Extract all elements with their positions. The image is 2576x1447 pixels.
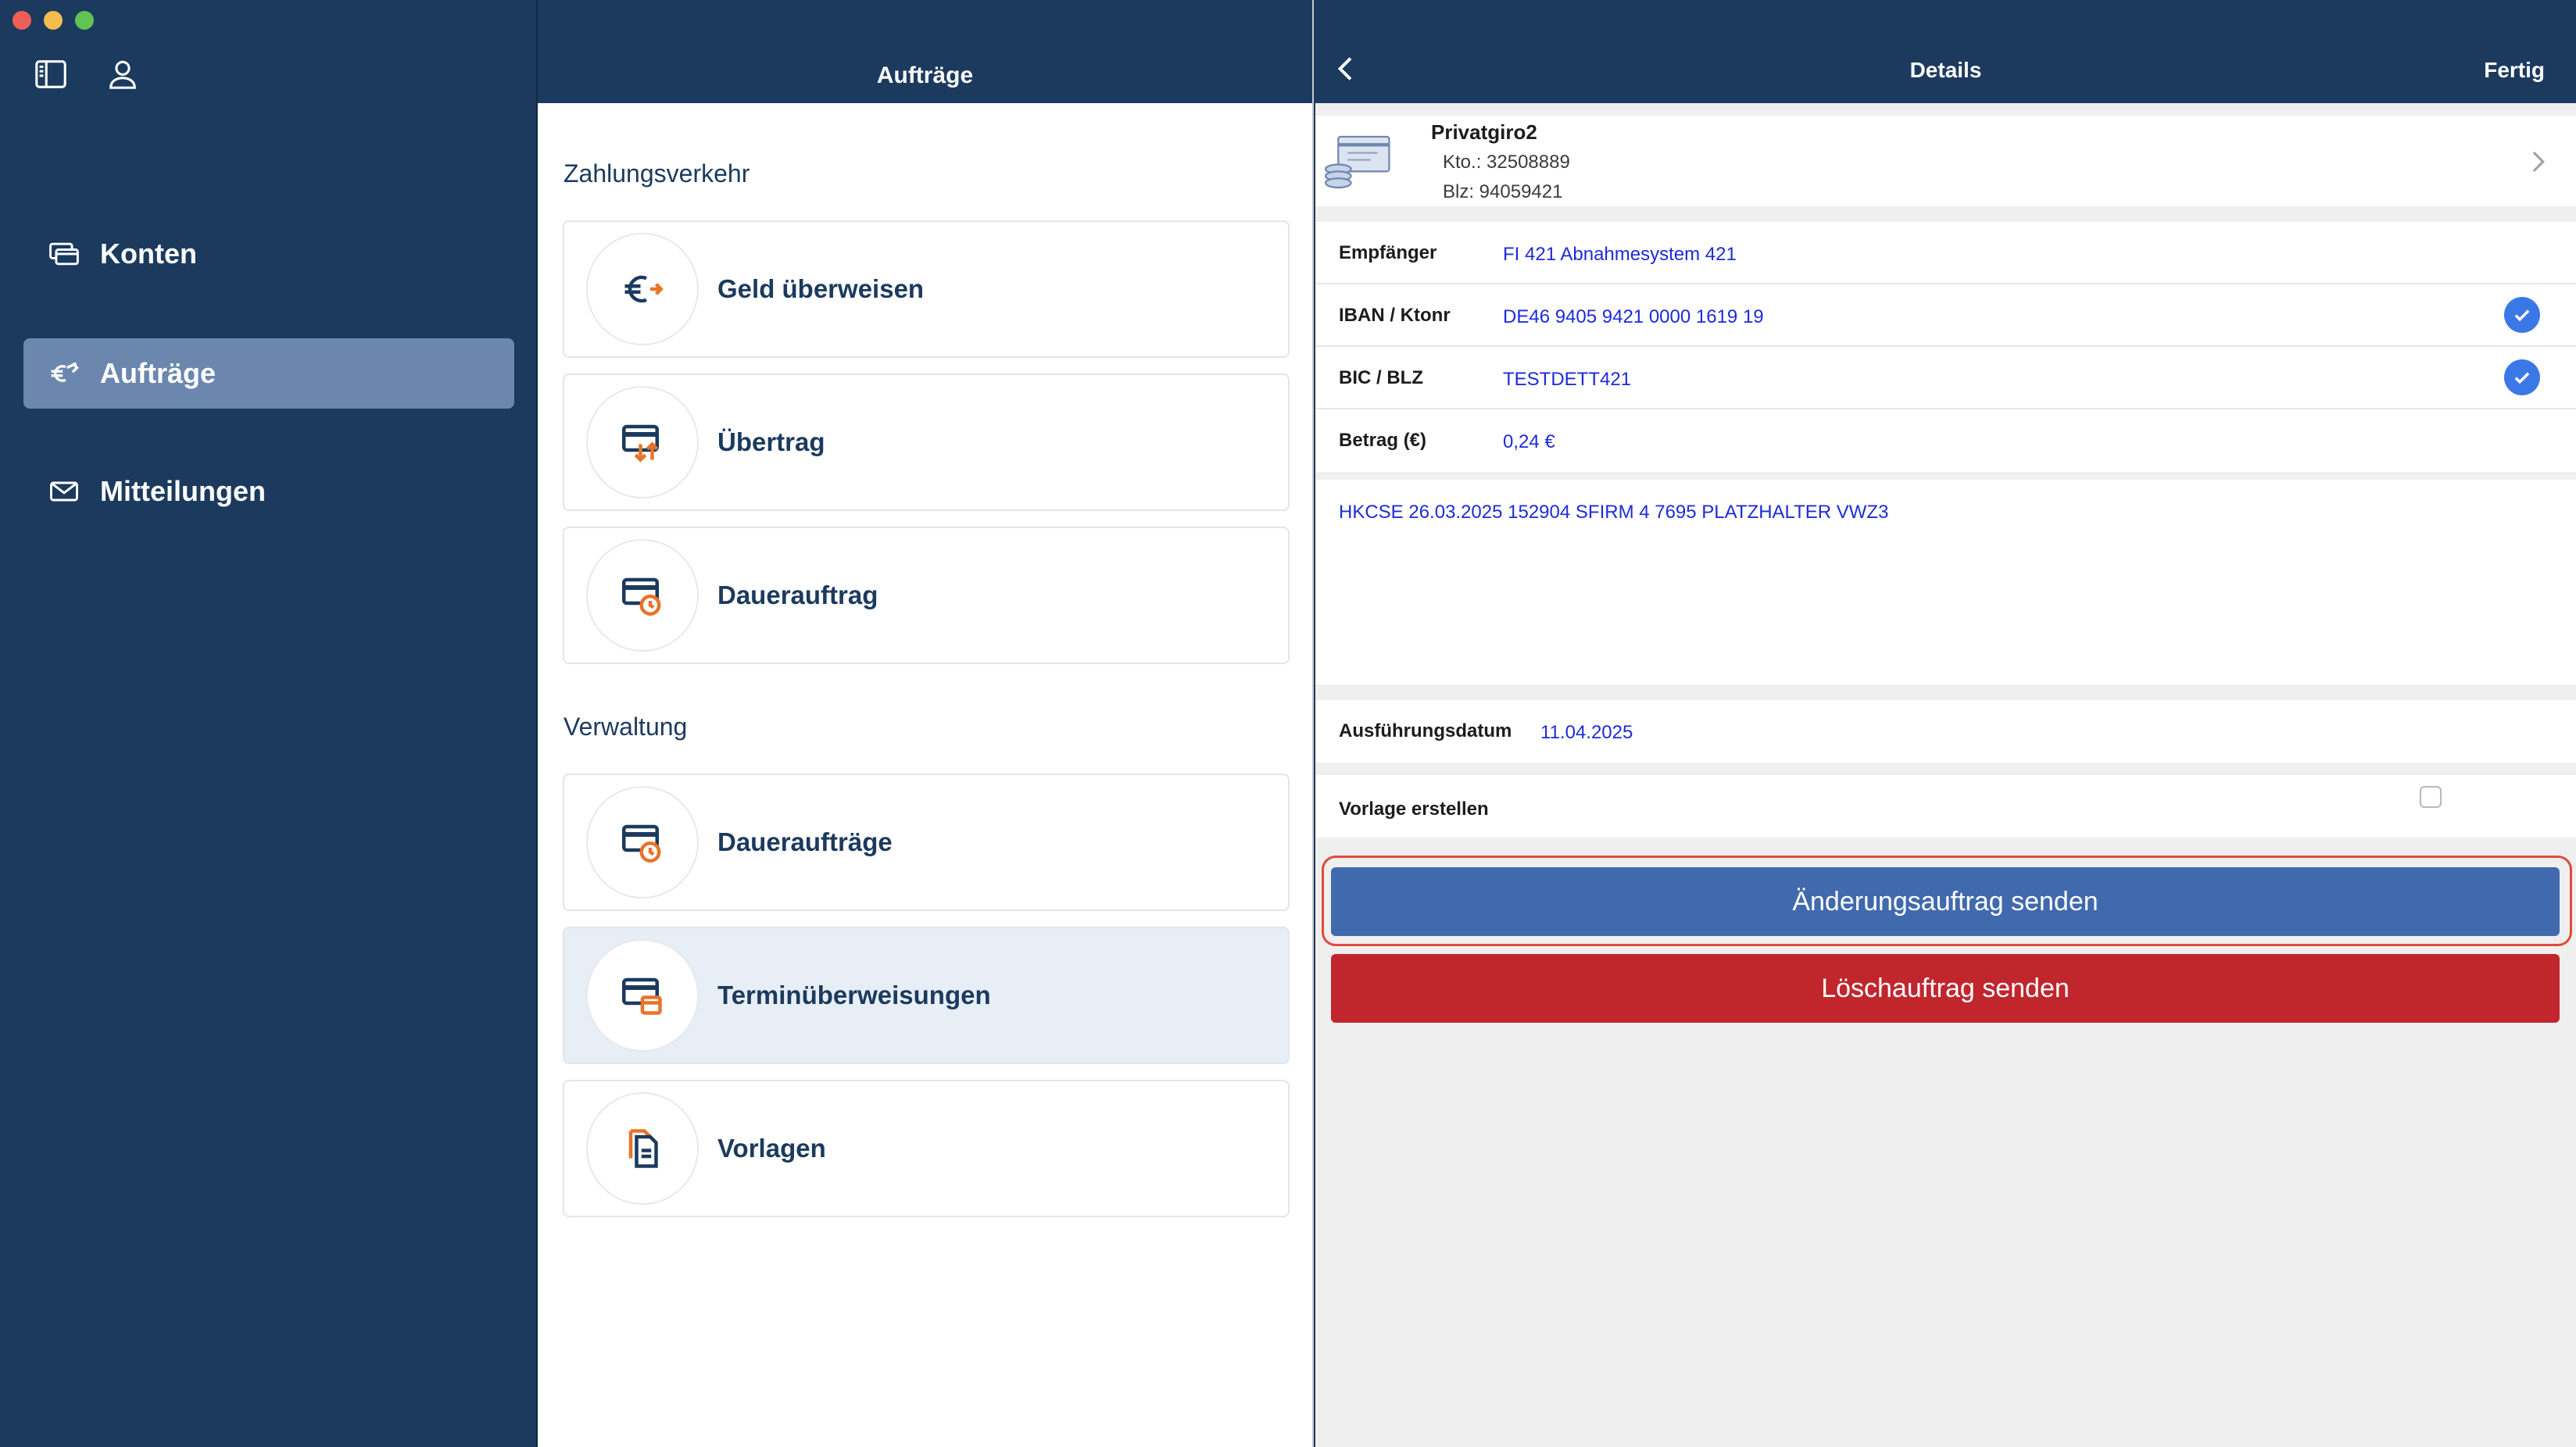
card-clock-icon [622,824,661,863]
recipient-label: Empfänger [1339,242,1437,263]
accounts-icon [49,242,79,266]
sidebar-item-label: Mitteilungen [100,475,266,507]
bic-value[interactable]: TESTDETT421 [1503,369,1631,391]
user-profile-icon[interactable] [105,56,141,92]
account-name: Privatgiro2 [1431,120,1537,144]
sidebar-item-label: Aufträge [100,357,216,389]
checkmark-icon [2504,297,2540,333]
sidebar-toolbar [33,56,141,92]
euro-transfer-icon [624,275,664,303]
card-icon-circle [586,939,699,1052]
create-template-checkbox[interactable] [2420,786,2442,808]
card-label: Daueraufträge [717,827,893,856]
create-template-row: Vorlage erstellen [1315,775,2576,838]
send-change-order-button[interactable]: Änderungsauftrag senden [1331,867,2560,936]
details-panel: Details Fertig Privatgiro2 Kto.: 3250888… [1315,0,2576,1447]
bank-account-icon [1324,135,1390,189]
details-title: Details [1909,58,1982,82]
details-header: Details Fertig [1315,0,2576,103]
card-uebertrag[interactable]: Übertrag [563,373,1290,511]
card-transfer-icon [622,424,659,463]
card-dauerauftrag[interactable]: Dauerauftrag [563,527,1290,664]
section-title-admin: Verwaltung [564,713,688,741]
orders-panel: Aufträge Zahlungsverkehr Geld überweisen… [538,0,1314,1447]
create-template-label: Vorlage erstellen [1339,799,1489,820]
card-geld-ueberweisen[interactable]: Geld überweisen [563,220,1290,358]
card-icon-circle [586,1092,699,1205]
card-label: Geld überweisen [717,274,925,303]
sidebar-item-mitteilungen[interactable]: Mitteilungen [23,456,514,527]
done-button[interactable]: Fertig [2484,58,2545,83]
orders-header: Aufträge [538,0,1312,103]
chevron-right-icon [2532,152,2545,172]
sidebar-item-konten[interactable]: Konten [23,219,514,289]
execution-date-label: Ausführungsdatum [1339,720,1512,741]
checkmark-icon [2504,359,2540,395]
window-minimize-button[interactable] [44,11,63,30]
account-number: Kto.: 32508889 [1443,152,1570,173]
card-clock-icon [622,577,661,616]
sidebar-toggle-icon[interactable] [33,56,69,92]
window-zoom-button[interactable] [75,11,94,30]
card-icon-circle [586,786,699,899]
sidebar: Konten Aufträge Mitteilungen [0,0,538,1447]
amount-value[interactable]: 0,24 € [1503,431,1555,453]
iban-value[interactable]: DE46 9405 9421 0000 1619 19 [1503,306,1764,328]
window-controls [13,11,94,30]
document-icon [628,1129,658,1168]
card-vorlagen[interactable]: Vorlagen [563,1080,1290,1217]
execution-date-row[interactable]: Ausführungsdatum 11.04.2025 [1315,700,2576,763]
card-icon-circle [586,539,699,652]
transfer-euro-icon [51,362,79,382]
card-label: Dauerauftrag [717,581,878,609]
send-delete-order-button[interactable]: Löschauftrag senden [1331,954,2560,1023]
card-label: Übertrag [717,427,825,456]
page-title: Aufträge [876,63,974,88]
bank-code: Blz: 94059421 [1443,181,1563,202]
sidebar-item-auftraege[interactable]: Aufträge [23,338,514,409]
sidebar-item-label: Konten [100,238,197,270]
section-title-payments: Zahlungsverkehr [564,159,750,188]
recipient-value[interactable]: FI 421 Abnahmesystem 421 [1503,244,1737,266]
amount-row[interactable]: Betrag (€) 0,24 € [1315,409,2576,472]
iban-label: IBAN / Ktonr [1339,305,1451,326]
transfer-form: Empfänger FI 421 Abnahmesystem 421 IBAN … [1315,222,2576,472]
card-label: Terminüberweisungen [717,981,991,1009]
iban-row[interactable]: IBAN / Ktonr DE46 9405 9421 0000 1619 19 [1315,284,2576,347]
window-close-button[interactable] [13,11,31,30]
card-icon-circle [586,386,699,498]
bic-row[interactable]: BIC / BLZ TESTDETT421 [1315,347,2576,409]
recipient-row[interactable]: Empfänger FI 421 Abnahmesystem 421 [1315,222,2576,284]
purpose-field[interactable]: HKCSE 26.03.2025 152904 SFIRM 4 7695 PLA… [1315,480,2576,684]
bic-label: BIC / BLZ [1339,367,1423,388]
purpose-text: HKCSE 26.03.2025 152904 SFIRM 4 7695 PLA… [1339,502,1889,523]
card-terminueberweisungen[interactable]: Terminüberweisungen [563,927,1290,1064]
execution-date-value[interactable]: 11.04.2025 [1540,722,1633,744]
card-dauerauftraege[interactable]: Daueraufträge [563,774,1290,911]
account-selector[interactable]: Privatgiro2 Kto.: 32508889 Blz: 94059421 [1315,116,2576,206]
card-label: Vorlagen [717,1134,826,1163]
amount-label: Betrag (€) [1339,430,1427,451]
card-calendar-icon [622,977,662,1015]
card-icon-circle [586,233,699,345]
envelope-icon [50,481,78,502]
